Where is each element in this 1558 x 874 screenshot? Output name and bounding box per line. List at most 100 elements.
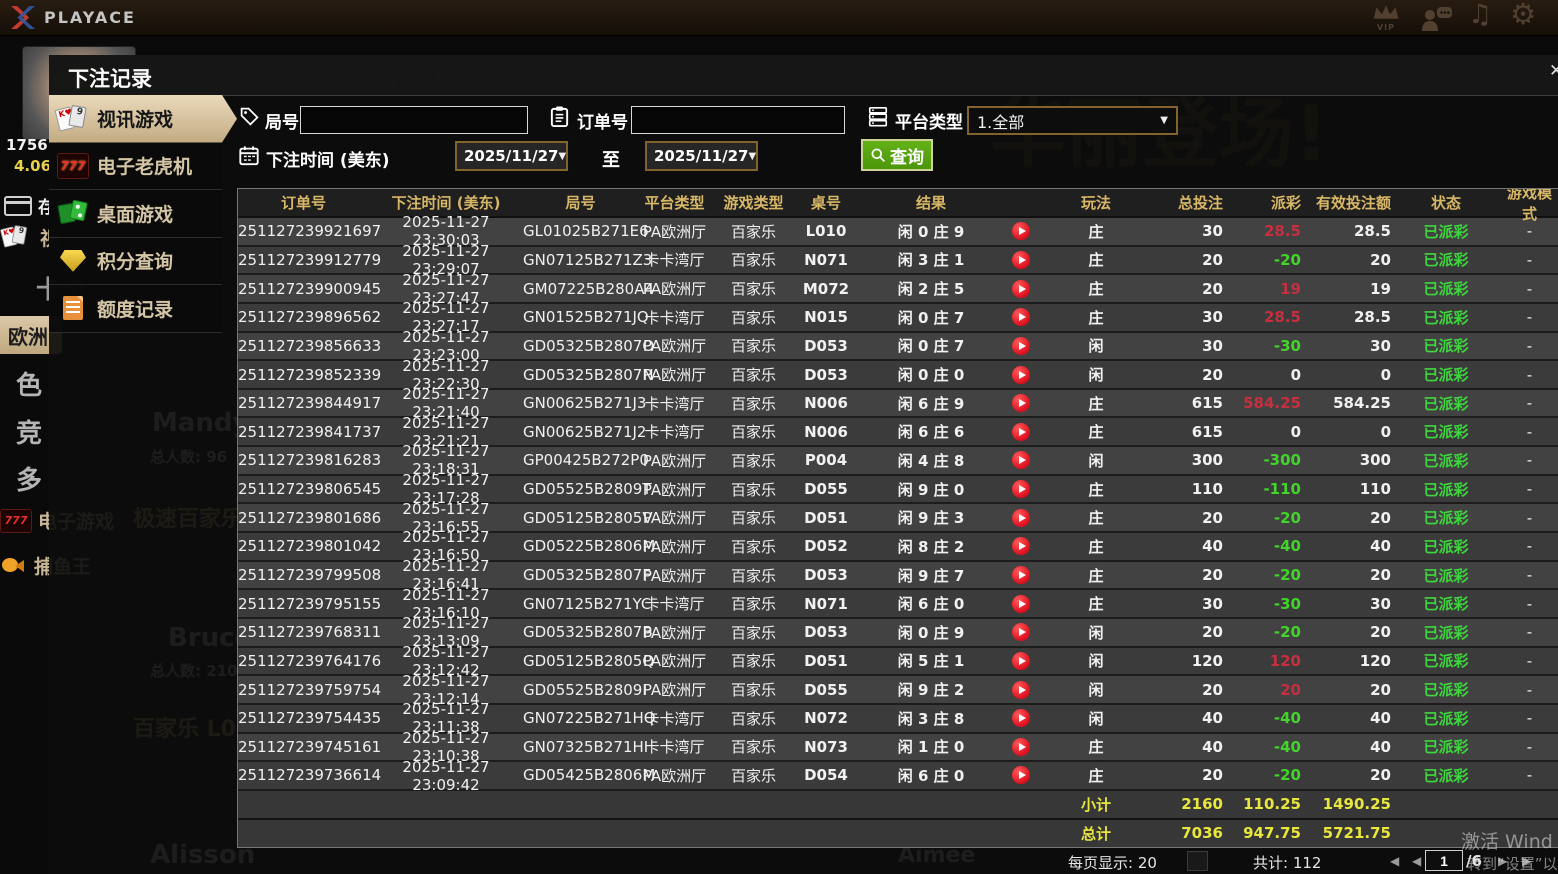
cell-payout: -20	[1273, 766, 1301, 785]
cell-payout: -20	[1273, 508, 1301, 527]
col-header: 派彩	[1270, 194, 1301, 212]
date-to-picker[interactable]: 2025/11/27 ▼	[645, 141, 758, 171]
cell-order-number: 251127239912779	[238, 250, 382, 269]
cell-result: 闲 9 庄 3	[897, 509, 965, 528]
search-icon	[871, 148, 886, 163]
cell-play-method: 庄	[1088, 394, 1104, 413]
play-video-icon[interactable]	[1012, 279, 1030, 298]
settings-gear-icon[interactable]: ⚙	[1510, 0, 1536, 31]
cell-game-type: 百家乐	[730, 595, 776, 614]
cell-play-method: 庄	[1088, 423, 1104, 442]
play-video-icon[interactable]	[1012, 451, 1030, 470]
cell-total-bet: 20	[1202, 508, 1223, 527]
cell-status: 已派彩	[1423, 394, 1469, 413]
play-video-icon[interactable]	[1012, 566, 1030, 584]
col-header: 订单号	[280, 194, 326, 212]
customer-service-icon[interactable]	[1420, 5, 1454, 36]
cell-table-number: L010	[805, 222, 847, 241]
vip-crown-icon[interactable]: VIP	[1368, 3, 1404, 32]
cell-valid-bet: 20	[1370, 250, 1391, 269]
cell-round-number: GD05325B2807F	[523, 566, 651, 584]
cell-game-mode: -	[1526, 508, 1533, 527]
tab-points-query[interactable]: 积分查询	[49, 237, 222, 285]
play-video-icon[interactable]	[1012, 508, 1030, 527]
play-video-icon[interactable]	[1012, 766, 1030, 785]
cell-valid-bet: 30	[1370, 336, 1391, 355]
play-video-icon[interactable]	[1012, 594, 1030, 613]
play-video-icon[interactable]	[1012, 336, 1030, 355]
cell-game-mode: -	[1526, 394, 1533, 413]
cell-platform: PA欧洲厅	[642, 766, 707, 785]
cell-platform: PA欧洲厅	[642, 537, 707, 556]
col-header: 总投注	[1177, 194, 1223, 212]
order-number-input[interactable]	[631, 106, 845, 134]
subtotal-valid: 1490.25	[1322, 795, 1391, 814]
cell-round-number: GD05125B2805Q	[523, 651, 655, 670]
play-video-icon[interactable]	[1012, 537, 1030, 556]
cell-payout: -300	[1263, 451, 1301, 470]
tab-table-games[interactable]: 桌面游戏	[49, 190, 222, 238]
cell-status: 已派彩	[1423, 451, 1469, 470]
cell-play-method: 庄	[1088, 766, 1104, 785]
play-video-icon[interactable]	[1012, 680, 1030, 699]
cell-total-bet: 20	[1202, 250, 1223, 269]
first-page-button[interactable]: ◀	[1390, 854, 1399, 868]
cell-payout: 19	[1280, 279, 1301, 298]
play-video-icon[interactable]	[1012, 394, 1030, 413]
cell-total-bet: 20	[1202, 766, 1223, 785]
play-video-icon[interactable]	[1012, 422, 1030, 441]
prev-page-button[interactable]: ◀	[1412, 854, 1421, 868]
cell-payout: -110	[1263, 480, 1301, 499]
cell-valid-bet: 20	[1370, 508, 1391, 527]
play-video-icon[interactable]	[1012, 709, 1030, 728]
table-body: 251127239921697 2025-11-27 23:30:03 GL01…	[238, 213, 1558, 794]
round-number-input[interactable]	[300, 106, 528, 134]
page-size-box[interactable]	[1187, 851, 1208, 871]
page-number-input[interactable]	[1425, 850, 1463, 871]
play-video-icon[interactable]	[1012, 308, 1030, 327]
play-video-icon[interactable]	[1012, 222, 1030, 241]
play-video-icon[interactable]	[1012, 365, 1030, 384]
date-from-picker[interactable]: 2025/11/27 ▼	[455, 141, 568, 171]
cell-result: 闲 0 庄 7	[897, 308, 965, 327]
calendar-icon	[239, 146, 259, 166]
tab-video-games[interactable]: K♥ 9 视讯游戏	[49, 95, 237, 143]
cell-valid-bet: 28.5	[1353, 308, 1391, 327]
play-video-icon[interactable]	[1012, 250, 1030, 269]
cell-status: 已派彩	[1423, 509, 1469, 528]
cell-platform: 卡卡湾厅	[644, 423, 705, 442]
cell-status: 已派彩	[1423, 280, 1469, 299]
cell-valid-bet: 30	[1370, 594, 1391, 613]
play-video-icon[interactable]	[1012, 651, 1030, 670]
cell-result: 闲 9 庄 0	[897, 480, 965, 499]
tab-slot-machines[interactable]: 777 电子老虎机	[49, 142, 222, 190]
cell-payout: 28.5	[1263, 222, 1301, 241]
cell-platform: 卡卡湾厅	[644, 251, 705, 270]
cell-status: 已派彩	[1423, 738, 1469, 757]
cell-platform: PA欧洲厅	[642, 681, 707, 700]
cell-game-mode: -	[1526, 737, 1533, 756]
cell-game-mode: -	[1526, 451, 1533, 470]
platform-type-label: 平台类型	[895, 113, 963, 133]
cell-total-bet: 615	[1191, 394, 1223, 413]
play-video-icon[interactable]	[1012, 623, 1030, 642]
windows-activation-watermark: 激活 Wind	[1461, 831, 1553, 853]
cell-result: 闲 8 庄 2	[897, 537, 965, 556]
cell-table-number: N006	[804, 422, 848, 441]
platform-type-select[interactable]: 1.全部 ▼	[967, 106, 1178, 135]
total-payout: 947.75	[1243, 824, 1301, 843]
cell-round-number: GD05325B2807N	[523, 365, 654, 384]
play-video-icon[interactable]	[1012, 480, 1030, 499]
cell-table-number: D055	[804, 680, 848, 699]
cell-status: 已派彩	[1423, 480, 1469, 499]
search-button[interactable]: 查询	[861, 139, 933, 171]
play-video-icon[interactable]	[1012, 737, 1030, 756]
music-icon[interactable]: ♫	[1468, 0, 1492, 30]
video-cards-icon: K♥ 9	[57, 104, 89, 134]
cell-total-bet: 20	[1202, 680, 1223, 699]
cell-result: 闲 3 庄 1	[897, 251, 965, 270]
close-icon[interactable]: ✕	[1549, 61, 1558, 81]
cell-platform: PA欧洲厅	[642, 480, 707, 499]
cell-order-number: 251127239921697	[238, 222, 382, 241]
tab-quota-records[interactable]: 额度记录	[49, 285, 222, 333]
